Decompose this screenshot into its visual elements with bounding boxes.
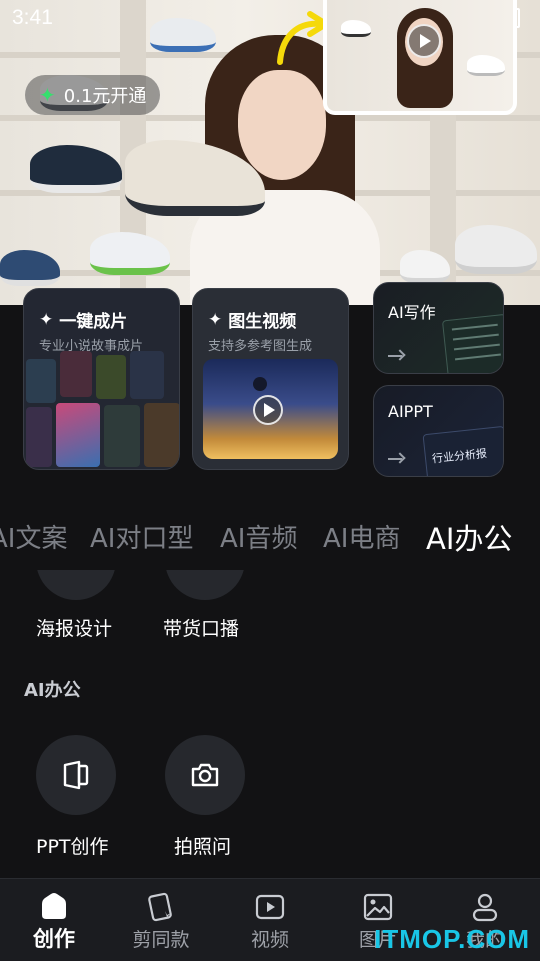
tab-ai-office[interactable]: AI办公 bbox=[426, 516, 512, 558]
card-one-click-film[interactable]: ✦ 一键成片 专业小说故事成片 bbox=[23, 288, 180, 470]
nav-template[interactable]: 剪同款 bbox=[111, 879, 211, 961]
document-preview bbox=[441, 313, 503, 373]
live-commerce-icon-circle[interactable] bbox=[165, 570, 245, 600]
shoe-image bbox=[30, 145, 122, 193]
card-aippt[interactable]: AIPPT 行业分析报 bbox=[373, 385, 504, 477]
card-title: AI写作 bbox=[388, 303, 436, 322]
poster-image bbox=[144, 403, 179, 467]
tab-ai-lipsync[interactable]: AI对口型 bbox=[90, 518, 193, 555]
photo-ask-button[interactable] bbox=[165, 735, 245, 815]
home-icon bbox=[42, 893, 66, 919]
nav-video[interactable]: 视频 bbox=[220, 879, 320, 961]
tab-ai-copywriting[interactable]: AI文案 bbox=[0, 518, 67, 555]
watermark: ITMOP.COM bbox=[374, 924, 530, 954]
sparkle-icon: ✦ bbox=[39, 309, 54, 330]
preview-shoe bbox=[467, 55, 505, 76]
card-title: ✦ 一键成片 bbox=[39, 309, 128, 333]
shoe-image bbox=[0, 250, 60, 286]
poster-design-icon-circle[interactable] bbox=[36, 570, 116, 600]
poster-image bbox=[26, 407, 52, 467]
card-title: AIPPT bbox=[388, 402, 433, 421]
video-icon bbox=[255, 894, 285, 920]
arrow-right-icon bbox=[388, 355, 402, 357]
poster-image bbox=[130, 351, 164, 399]
card-ai-writing[interactable]: AI写作 bbox=[373, 282, 504, 374]
camera-icon bbox=[191, 763, 219, 787]
card-subtitle: 支持多参考图生成 bbox=[208, 339, 313, 354]
sparkle-icon: ✦ bbox=[39, 83, 56, 107]
figure-silhouette bbox=[253, 377, 267, 391]
tool-ppt-create[interactable]: PPT创作 bbox=[36, 832, 109, 859]
ppt-icon bbox=[63, 760, 89, 790]
vip-open-button[interactable]: ✦ 0.1元开通 bbox=[25, 75, 161, 115]
tool-poster-design[interactable]: 海报设计 bbox=[36, 614, 112, 641]
poster-image bbox=[56, 403, 100, 467]
poster-image bbox=[60, 351, 92, 397]
model-face bbox=[238, 70, 326, 180]
poster-collage bbox=[24, 351, 179, 469]
image-icon bbox=[363, 893, 393, 921]
card-title: ✦ 图生视频 bbox=[208, 309, 297, 333]
sparkle-icon: ✦ bbox=[208, 309, 223, 330]
nav-create[interactable]: 创作 bbox=[4, 879, 104, 961]
profile-icon bbox=[472, 893, 498, 922]
arrow-right-icon bbox=[388, 458, 402, 460]
play-icon[interactable] bbox=[253, 395, 283, 425]
bottom-navigation: 创作 剪同款 视频 图片 我的 ITMOP.COM bbox=[0, 878, 540, 961]
nav-label: 视频 bbox=[250, 929, 289, 951]
tool-live-commerce[interactable]: 带货口播 bbox=[163, 614, 239, 641]
tab-ai-ecommerce[interactable]: AI电商 bbox=[323, 518, 400, 555]
card-image-to-video[interactable]: ✦ 图生视频 支持多参考图生成 bbox=[192, 288, 349, 470]
hero-banner[interactable]: 3:41 ✦ 0.1元开通 bbox=[0, 0, 540, 305]
play-icon[interactable] bbox=[407, 24, 441, 58]
section-title: AI办公 bbox=[24, 680, 81, 701]
shoe-image bbox=[150, 18, 216, 52]
poster-image bbox=[104, 405, 140, 467]
video-preview-thumbnail[interactable] bbox=[323, 0, 517, 115]
shoe-image bbox=[90, 232, 170, 275]
video-sample-image bbox=[203, 359, 338, 459]
tool-photo-ask[interactable]: 拍照问 bbox=[174, 832, 231, 859]
nav-label: 创作 bbox=[33, 927, 75, 951]
vip-label: 0.1元开通 bbox=[63, 86, 147, 107]
ppt-create-button[interactable] bbox=[36, 735, 116, 815]
poster-image bbox=[26, 359, 56, 403]
shoe-image bbox=[455, 225, 537, 274]
nav-label: 剪同款 bbox=[132, 929, 190, 951]
category-tabs: AI文案 AI对口型 AI音频 AI电商 AI办公 bbox=[0, 518, 540, 558]
preview-shoe bbox=[341, 20, 371, 37]
tab-ai-audio[interactable]: AI音频 bbox=[220, 518, 297, 555]
template-icon bbox=[148, 892, 172, 922]
status-time: 3:41 bbox=[12, 6, 53, 29]
poster-image bbox=[96, 355, 126, 399]
ppt-preview: 行业分析报 bbox=[422, 425, 503, 476]
